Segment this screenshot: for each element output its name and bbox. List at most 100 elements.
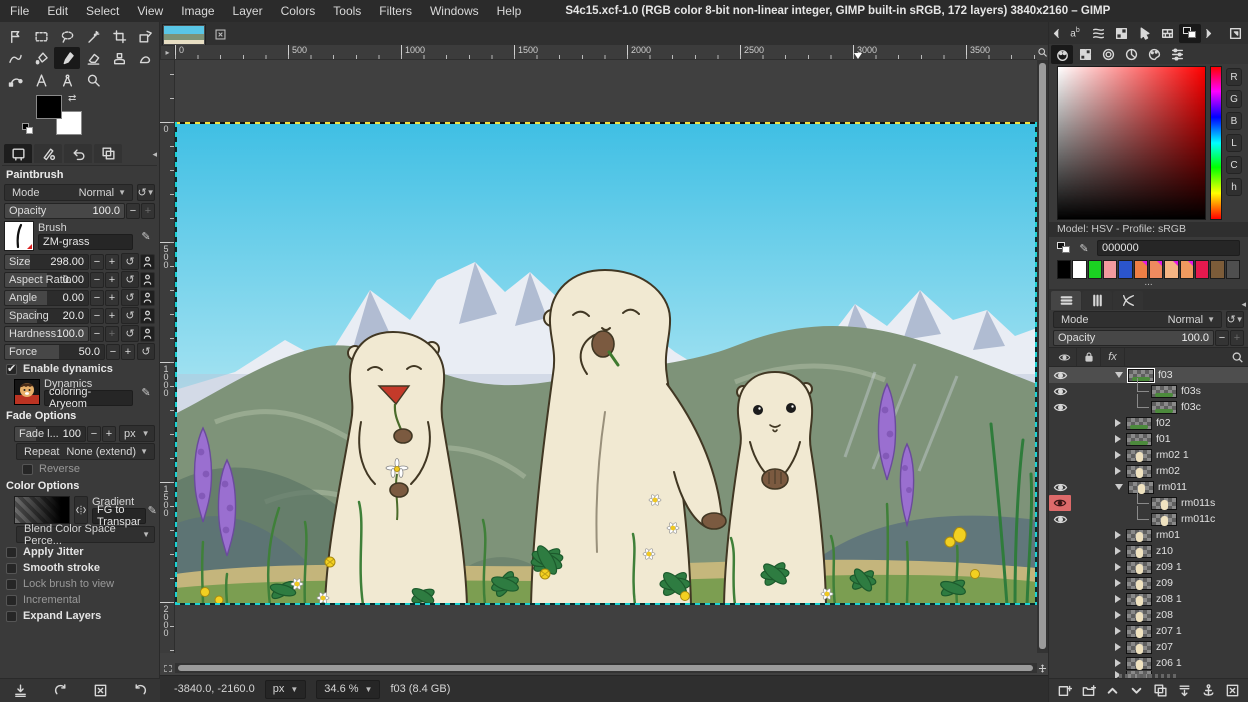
force-slider[interactable]: Force50.0 — [4, 344, 105, 360]
expand-icon[interactable] — [1115, 451, 1121, 459]
dock-collapse-icon[interactable]: ◂ — [1241, 298, 1246, 310]
channel-button-G[interactable]: G — [1226, 90, 1242, 108]
layer-thumbnail[interactable] — [1126, 449, 1152, 462]
layer-opacity-decrease-button[interactable]: − — [1215, 330, 1229, 346]
visibility-toggle[interactable] — [1049, 623, 1071, 639]
layer-thumbnail[interactable] — [1126, 529, 1152, 542]
increase-button[interactable]: + — [105, 308, 119, 324]
eraser-tool[interactable] — [80, 47, 106, 69]
flip-gradient-icon[interactable] — [74, 496, 88, 524]
layer-mode-select[interactable]: Mode Normal▼ — [1053, 311, 1222, 328]
history-swatch-10[interactable] — [1210, 260, 1224, 279]
visibility-toggle[interactable] — [1049, 559, 1071, 575]
visibility-toggle[interactable] — [1049, 383, 1071, 399]
menu-view[interactable]: View — [137, 4, 163, 18]
foreground-color-swatch[interactable] — [36, 95, 62, 119]
blend-color-space-select[interactable]: Blend Color Space Perce... ▼ — [16, 526, 155, 543]
visibility-toggle[interactable] — [1049, 447, 1071, 463]
visibility-toggle[interactable] — [1049, 591, 1071, 607]
fg-bg-color-tab[interactable] — [1179, 24, 1201, 43]
lock-visibility-icon[interactable] — [1053, 348, 1077, 366]
visibility-toggle[interactable] — [1049, 463, 1071, 479]
save-preset-button[interactable] — [10, 681, 30, 701]
layer-row-f02[interactable]: f02 — [1049, 415, 1248, 431]
layer-row-z10[interactable]: z10 — [1049, 543, 1248, 559]
history-swatch-5[interactable] — [1134, 260, 1148, 279]
fade-increase-button[interactable]: + — [102, 426, 116, 442]
visibility-toggle[interactable] — [1049, 367, 1071, 383]
layer-thumbnail[interactable] — [1126, 593, 1152, 606]
layer-row-z09-1[interactable]: z09 1 — [1049, 559, 1248, 575]
reset-icon[interactable]: ↺ — [121, 271, 139, 288]
warp-tool[interactable] — [2, 47, 28, 69]
checkbox-smooth-stroke[interactable]: Smooth stroke — [2, 560, 157, 576]
visibility-toggle[interactable] — [1049, 479, 1071, 495]
hex-color-input[interactable]: 000000 — [1097, 240, 1240, 256]
paint-mode-select[interactable]: Mode Normal▼ — [4, 184, 133, 201]
history-swatch-2[interactable] — [1088, 260, 1102, 279]
fade-length-slider[interactable]: Fade l... 100 — [14, 426, 86, 442]
menu-image[interactable]: Image — [181, 4, 214, 18]
tool-options-tab[interactable] — [4, 144, 32, 163]
layer-thumbnail[interactable] — [1126, 657, 1152, 670]
edit-gradient-icon[interactable]: ✎ — [148, 502, 157, 518]
zoom-tool[interactable] — [80, 69, 106, 91]
layer-row-z09[interactable]: z09 — [1049, 575, 1248, 591]
visibility-toggle[interactable] — [1049, 511, 1071, 527]
close-tab-icon[interactable] — [212, 26, 229, 43]
repeat-select[interactable]: Repeat None (extend)▼ — [16, 443, 155, 460]
cmyk-tab[interactable] — [1074, 45, 1096, 64]
new-layer-button[interactable] — [1055, 681, 1075, 701]
channel-button-C[interactable]: C — [1226, 156, 1242, 174]
layer-row-f01[interactable]: f01 — [1049, 431, 1248, 447]
ruler-origin-button[interactable]: ▸ — [160, 45, 175, 60]
decrease-button[interactable]: − — [90, 254, 104, 270]
expand-icon[interactable] — [1115, 627, 1121, 635]
raise-layer-button[interactable] — [1103, 681, 1123, 701]
layer-opacity-slider[interactable]: Opacity 100.0 — [1053, 330, 1214, 346]
undo-history-tab[interactable] — [64, 144, 92, 163]
pointer-tab[interactable] — [1133, 24, 1155, 43]
visibility-toggle[interactable] — [1049, 415, 1071, 431]
history-swatch-7[interactable] — [1164, 260, 1178, 279]
menu-select[interactable]: Select — [86, 4, 119, 18]
visibility-toggle[interactable] — [1049, 399, 1071, 415]
increase-button[interactable]: + — [105, 290, 119, 306]
hue-strip[interactable] — [1210, 66, 1222, 220]
layer-thumbnail[interactable] — [1151, 385, 1177, 398]
crop-tool[interactable] — [106, 25, 132, 47]
layer-thumbnail[interactable] — [1126, 609, 1152, 622]
move-tool[interactable] — [2, 25, 28, 47]
dynamics-link-icon[interactable] — [140, 272, 155, 288]
lock-icon[interactable] — [1077, 348, 1101, 366]
watercolor-tab[interactable] — [1097, 45, 1119, 64]
default-colors-icon[interactable] — [22, 123, 34, 135]
gradient-thumbnail[interactable] — [14, 496, 70, 524]
expand-icon[interactable] — [1115, 595, 1121, 603]
angle-slider[interactable]: Angle0.00 — [4, 290, 89, 306]
visibility-toggle[interactable] — [1049, 607, 1071, 623]
fg-bg-colors[interactable]: ⇄ — [28, 93, 157, 141]
channel-button-h[interactable]: h — [1226, 178, 1242, 196]
menu-file[interactable]: File — [10, 4, 29, 18]
dynamics-thumbnail[interactable] — [14, 379, 40, 405]
history-swatch-3[interactable] — [1103, 260, 1117, 279]
layer-row-rm02[interactable]: rm02 — [1049, 463, 1248, 479]
search-icon[interactable] — [1231, 351, 1244, 364]
horizontal-scrollbar-thumb[interactable] — [178, 665, 1033, 671]
aspect-ratio-slider[interactable]: Aspect Ratio0.00 — [4, 272, 89, 288]
visibility-toggle[interactable] — [1049, 431, 1071, 447]
layer-row-z08-1[interactable]: z08 1 — [1049, 591, 1248, 607]
swap-colors-icon[interactable]: ⇄ — [68, 93, 76, 104]
layer-row-rm01[interactable]: rm01 — [1049, 527, 1248, 543]
image-tab[interactable] — [162, 24, 206, 45]
decrease-button[interactable]: − — [90, 308, 104, 324]
patterns-tab[interactable] — [1110, 24, 1132, 43]
channel-button-R[interactable]: R — [1226, 68, 1242, 86]
brushes-tab[interactable] — [1087, 24, 1109, 43]
revert-button[interactable] — [50, 681, 70, 701]
hardness-slider[interactable]: Hardness100.0 — [4, 326, 89, 342]
channel-button-B[interactable]: B — [1226, 112, 1242, 130]
expand-icon[interactable] — [1115, 643, 1121, 651]
reset-icon[interactable]: ↺ — [121, 307, 139, 324]
